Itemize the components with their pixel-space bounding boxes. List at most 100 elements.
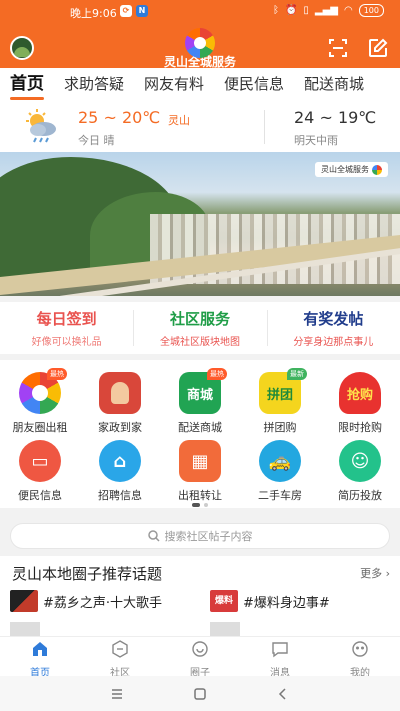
tomorrow-temperature: 24 ~ 19℃ — [294, 108, 377, 127]
home-icon — [33, 642, 47, 656]
service-grid: 最热 朋友圈出租 家政到家 商城 最热 配送商城 拼团 最新 拼团购 抢购 限时… — [0, 360, 400, 508]
flash-sale-icon: 抢购 — [339, 372, 381, 414]
group-buy-icon-text: 拼团 — [266, 387, 293, 403]
basket-icon: ▭ — [19, 440, 61, 482]
today-condition: 今日 晴 — [78, 134, 115, 147]
battery-icon: 100 — [358, 4, 384, 17]
service-item[interactable]: ⌂ 招聘信息 — [80, 440, 160, 504]
status-bar: 晚上9:06 ⟳ N ᛒ ⏰ ▯ ▂▄▆ ◠ 100 — [0, 0, 400, 24]
alarm-icon: ⏰ — [284, 5, 298, 16]
wifi-icon: ◠ — [343, 5, 353, 16]
tab-netizen-news[interactable]: 网友有料 — [134, 70, 214, 98]
feature-title: 每日签到 — [36, 310, 97, 328]
avatar-image — [14, 47, 30, 57]
service-label: 家政到家 — [98, 421, 142, 434]
banner-logo-icon — [372, 164, 382, 175]
topics-section: 灵山本地圈子推荐话题 更多 › #荔乡之声·十大歌手 爆料 #爆料身边事# — [0, 556, 400, 636]
nav-messages[interactable]: 消息 — [240, 637, 320, 679]
hot-badge: 最热 — [47, 368, 67, 380]
edit-post-icon[interactable] — [368, 38, 388, 58]
community-icon — [112, 640, 128, 658]
community-service-card[interactable]: 社区服务 全城社区版块地图 — [133, 302, 266, 354]
sun-rain-icon — [26, 109, 56, 143]
group-buy-icon: 拼团 最新 — [259, 368, 307, 414]
service-item[interactable]: ☺ 简历投放 — [320, 440, 400, 504]
app-brand: 灵山全城服务 — [155, 28, 245, 68]
back-icon[interactable] — [276, 687, 290, 701]
feature-subtitle: 全城社区版块地图 — [159, 337, 240, 348]
service-item[interactable]: 最热 朋友圈出租 — [0, 368, 80, 436]
service-item[interactable]: 商城 最热 配送商城 — [160, 368, 240, 436]
tab-convenience-info[interactable]: 便民信息 — [214, 70, 294, 98]
sync-notification-icon: ⟳ — [120, 5, 132, 17]
search-bar[interactable]: 搜索社区帖子内容 — [10, 523, 390, 549]
service-item[interactable]: 抢购 限时抢购 — [320, 372, 400, 436]
service-label: 简历投放 — [338, 489, 382, 502]
service-item[interactable]: ▦ 出租转让 — [160, 440, 240, 504]
tab-delivery-mall[interactable]: 配送商城 — [294, 70, 374, 98]
service-label: 限时抢购 — [338, 421, 382, 434]
scan-icon[interactable] — [328, 38, 348, 58]
page-dot-active — [192, 503, 200, 507]
topic-text: #爆料身边事# — [243, 595, 330, 611]
banner-carousel[interactable]: 灵山全城服务 — [0, 152, 400, 296]
building-icon: ▦ — [179, 440, 221, 482]
service-item[interactable]: 🚕 二手车房 — [240, 440, 320, 504]
category-tabs: 首页 求助答疑 网友有料 便民信息 配送商城 — [0, 68, 400, 100]
page-dot — [204, 503, 208, 507]
nav-home[interactable]: 首页 — [0, 637, 80, 679]
feature-title: 社区服务 — [169, 310, 230, 328]
menu-icon[interactable] — [110, 687, 124, 701]
nav-profile[interactable]: 我的 — [320, 637, 400, 679]
aperture-icon: 最热 — [19, 368, 67, 414]
weather-location: 灵山 — [168, 114, 190, 127]
reward-post-card[interactable]: 有奖发帖 分享身边那点事儿 — [266, 302, 400, 354]
service-item[interactable]: 家政到家 — [80, 372, 160, 436]
hot-badge: 最热 — [207, 368, 227, 380]
flash-sale-icon-text: 抢购 — [346, 387, 373, 403]
topic-thumbnail: 爆料 — [210, 590, 238, 612]
app-notification-icon: N — [136, 5, 148, 17]
feature-row: 每日签到 好像可以换礼品 社区服务 全城社区版块地图 有奖发帖 分享身边那点事儿 — [0, 302, 400, 354]
service-label: 二手车房 — [258, 489, 302, 502]
status-notification-icons: ⟳ N — [120, 5, 148, 17]
mall-icon-text: 商城 — [186, 387, 213, 403]
status-time: 晚上9:06 — [70, 7, 117, 20]
nav-community[interactable]: 社区 — [80, 637, 160, 679]
resume-icon: ☺ — [339, 440, 381, 482]
house-face-icon: ⌂ — [99, 440, 141, 482]
home-button-icon[interactable] — [193, 687, 207, 701]
service-item[interactable]: ▭ 便民信息 — [0, 440, 80, 504]
daily-checkin-card[interactable]: 每日签到 好像可以换礼品 — [0, 302, 133, 354]
bottom-nav: 首页 社区 圈子 消息 我的 — [0, 636, 400, 679]
more-link[interactable]: 更多 › — [360, 565, 390, 581]
brand-logo-icon — [185, 28, 215, 58]
status-indicators: ᛒ ⏰ ▯ ▂▄▆ ◠ 100 — [273, 4, 384, 17]
tab-home[interactable]: 首页 — [0, 70, 54, 100]
nav-circle[interactable]: 圈子 — [160, 637, 240, 679]
more-label: 更多 — [360, 567, 383, 580]
vibrate-icon: ▯ — [303, 5, 309, 16]
topic-item[interactable]: 爆料 #爆料身边事# — [210, 590, 330, 612]
service-label: 配送商城 — [178, 421, 222, 434]
user-avatar[interactable] — [10, 36, 34, 60]
next-row-peek — [10, 622, 40, 636]
topic-item[interactable]: #荔乡之声·十大歌手 — [10, 590, 162, 612]
mall-icon: 商城 最热 — [179, 368, 227, 414]
service-label: 招聘信息 — [98, 489, 142, 502]
weather-panel[interactable]: 25 ~ 20℃ 灵山 今日 晴 24 ~ 19℃ 明天中雨 — [0, 100, 400, 152]
next-row-peek — [210, 622, 240, 636]
message-icon — [272, 642, 288, 658]
feature-title: 有奖发帖 — [303, 310, 364, 328]
service-item[interactable]: 拼团 最新 拼团购 — [240, 368, 320, 436]
today-temperature: 25 ~ 20℃ — [78, 108, 161, 127]
tomorrow-condition: 明天中雨 — [294, 134, 338, 147]
grid-page-indicator — [192, 503, 208, 507]
bluetooth-icon: ᛒ — [272, 5, 279, 16]
service-label: 便民信息 — [18, 489, 62, 502]
tab-help-qa[interactable]: 求助答疑 — [54, 70, 134, 98]
feature-subtitle: 分享身边那点事儿 — [293, 337, 374, 348]
banner-watermark: 灵山全城服务 — [315, 162, 388, 177]
service-label: 朋友圈出租 — [12, 421, 68, 434]
housekeeping-icon — [99, 372, 141, 414]
